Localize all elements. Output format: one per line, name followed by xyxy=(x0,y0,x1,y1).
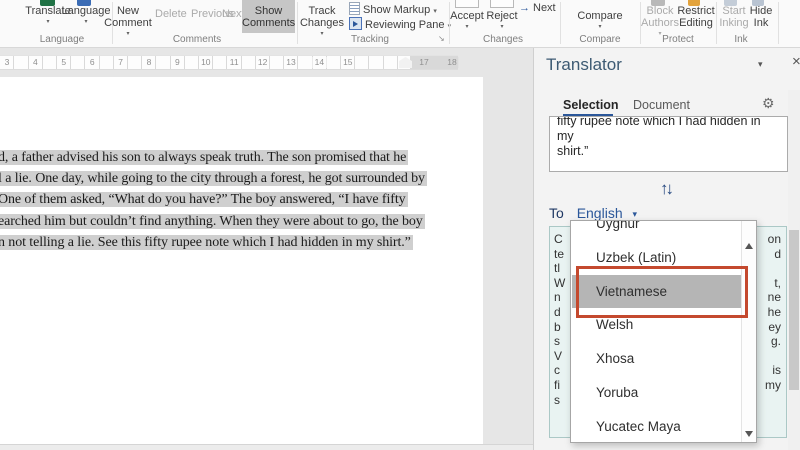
selected-text-line[interactable]: One of them asked, “What do you have?” T… xyxy=(0,192,408,207)
selected-text-line[interactable]: earched him but couldn’t find anything. … xyxy=(0,214,425,229)
new-comment-button[interactable]: New Comment ▾ xyxy=(104,5,152,38)
source-text-box[interactable]: fifty rupee note which I had hidden in m… xyxy=(549,116,788,172)
comments-group-label: Comments xyxy=(147,34,247,45)
selected-text-line[interactable]: d, a father advised his son to always sp… xyxy=(0,150,408,165)
ruler-number: 15 xyxy=(341,57,354,68)
language-option-yoruba[interactable]: Yoruba xyxy=(572,376,741,410)
tracking-dialog-launcher[interactable]: ↘ xyxy=(438,34,445,43)
show-markup-icon xyxy=(349,2,360,15)
gear-icon[interactable]: ⚙ xyxy=(762,95,775,112)
ruler-number: 3 xyxy=(3,57,12,68)
annotation-highlight-box xyxy=(576,266,748,318)
next-change-button[interactable]: →Next xyxy=(519,2,556,14)
compare-button[interactable]: Compare ▾ xyxy=(572,5,628,31)
language-options: UyghurUzbek (Latin)VietnameseWelshXhosaY… xyxy=(572,221,741,442)
pane-title: Translator xyxy=(546,55,622,75)
ruler-number: 6 xyxy=(88,57,97,68)
ruler-number: 18 xyxy=(445,57,458,68)
ruler-number: 11 xyxy=(228,57,241,68)
scroll-up-icon[interactable] xyxy=(745,243,753,249)
swap-languages-icon[interactable]: ↑↓ xyxy=(660,179,671,199)
ruler-number: 13 xyxy=(284,57,297,68)
selected-text-line[interactable]: l a lie. One day, while going to the cit… xyxy=(0,171,427,186)
chevron-down-icon: ▾ xyxy=(104,31,152,38)
to-label: To xyxy=(549,205,564,221)
ruler-number: 12 xyxy=(256,57,269,68)
pane-scrollbar[interactable] xyxy=(788,90,800,450)
track-changes-label1: Track xyxy=(299,5,345,17)
pane-options-chevron-icon[interactable]: ▾ xyxy=(758,59,763,70)
target-language-dropdown[interactable]: English xyxy=(577,205,623,221)
ink-group-label: Ink xyxy=(691,34,791,45)
show-comments-label2: Comments xyxy=(242,17,295,29)
new-comment-label1: New xyxy=(104,5,152,17)
chevron-down-icon[interactable]: ▾ xyxy=(633,209,638,219)
ruler-number: 8 xyxy=(145,57,154,68)
next-change-icon: → xyxy=(519,2,530,14)
language-option-xhosa[interactable]: Xhosa xyxy=(572,342,741,376)
ruler-number: 14 xyxy=(313,57,326,68)
reviewing-pane-button[interactable]: Reviewing Pane ▾ xyxy=(349,17,451,31)
show-comments-label1: Show xyxy=(242,5,295,17)
block-authors-label2: Authors xyxy=(640,17,680,29)
ruler-number: 7 xyxy=(116,57,125,68)
language-group-label: Language xyxy=(12,34,112,45)
ruler-number: 10 xyxy=(199,57,212,68)
language-option-uyghur[interactable]: Uyghur xyxy=(572,221,741,241)
dropdown-scrollbar[interactable] xyxy=(741,221,756,442)
track-changes-label2: Changes xyxy=(299,17,345,29)
pane-scrollbar-thumb[interactable] xyxy=(789,230,799,390)
word-review-window: Translate ▾ Language ▾ Language New Comm… xyxy=(0,0,800,450)
ruler-number: 4 xyxy=(31,57,40,68)
delete-button[interactable]: Delete xyxy=(155,8,187,20)
show-comments-button[interactable]: Show Comments xyxy=(242,0,295,33)
translation-text-fragment-right: on d t, ne he ey g. is my xyxy=(765,232,781,393)
hide-ink-label1: Hide xyxy=(744,5,778,17)
hide-ink-button[interactable]: Hide Ink xyxy=(744,5,778,29)
new-comment-label2: Comment xyxy=(104,17,152,29)
block-authors-label1: Block xyxy=(640,5,680,17)
hide-ink-label2: Ink xyxy=(744,17,778,29)
tab-selection[interactable]: Selection xyxy=(563,98,619,112)
target-language-row: To English ▾ xyxy=(549,205,637,221)
group-divider xyxy=(297,2,298,44)
chevron-down-icon: ▾ xyxy=(572,24,628,31)
selected-paragraph[interactable]: d, a father advised his son to always sp… xyxy=(0,147,483,253)
tracking-group-label: Tracking xyxy=(320,34,420,45)
restrict-editing-label1: Restrict xyxy=(676,5,716,17)
tab-document[interactable]: Document xyxy=(633,98,690,112)
ribbon: Translate ▾ Language ▾ Language New Comm… xyxy=(0,0,800,48)
translation-text-fragment-left: C te tl W n d b s V c fi s xyxy=(554,232,565,407)
ruler-number: 9 xyxy=(173,57,182,68)
reject-label: Reject xyxy=(482,10,522,22)
source-text: fifty rupee note which I had hidden in m… xyxy=(550,116,787,161)
changes-group-label: Changes xyxy=(453,34,553,45)
ruler-number: 17 xyxy=(417,57,430,68)
show-markup-label: Show Markup xyxy=(363,4,430,16)
chevron-down-icon: ▾ xyxy=(433,8,437,15)
selected-text-line[interactable]: n not telling a lie. See this fifty rupe… xyxy=(0,235,413,250)
restrict-editing-label2: Editing xyxy=(676,17,716,29)
language-option-yucatec-maya[interactable]: Yucatec Maya xyxy=(572,410,741,442)
ruler-number: 5 xyxy=(59,57,68,68)
chevron-down-icon: ▾ xyxy=(482,24,522,31)
reject-button[interactable]: Reject ▾ xyxy=(482,5,522,31)
restrict-editing-button[interactable]: Restrict Editing xyxy=(676,5,716,29)
group-divider xyxy=(778,2,779,44)
compare-label: Compare xyxy=(572,10,628,22)
next-change-label: Next xyxy=(533,2,556,14)
language-dropdown-list: UyghurUzbek (Latin)VietnameseWelshXhosaY… xyxy=(570,220,757,443)
document-page[interactable]: d, a father advised his son to always sp… xyxy=(0,77,483,444)
scroll-down-icon[interactable] xyxy=(745,431,753,437)
reviewing-pane-label: Reviewing Pane xyxy=(365,19,445,31)
show-markup-button[interactable]: Show Markup ▾ xyxy=(349,2,437,16)
reviewing-pane-icon xyxy=(349,17,362,30)
pane-close-icon[interactable]: × xyxy=(792,53,800,70)
horizontal-ruler: 3 4 5 6 7 8 9 10 11 12 13 14 15 17 18 xyxy=(0,55,458,70)
